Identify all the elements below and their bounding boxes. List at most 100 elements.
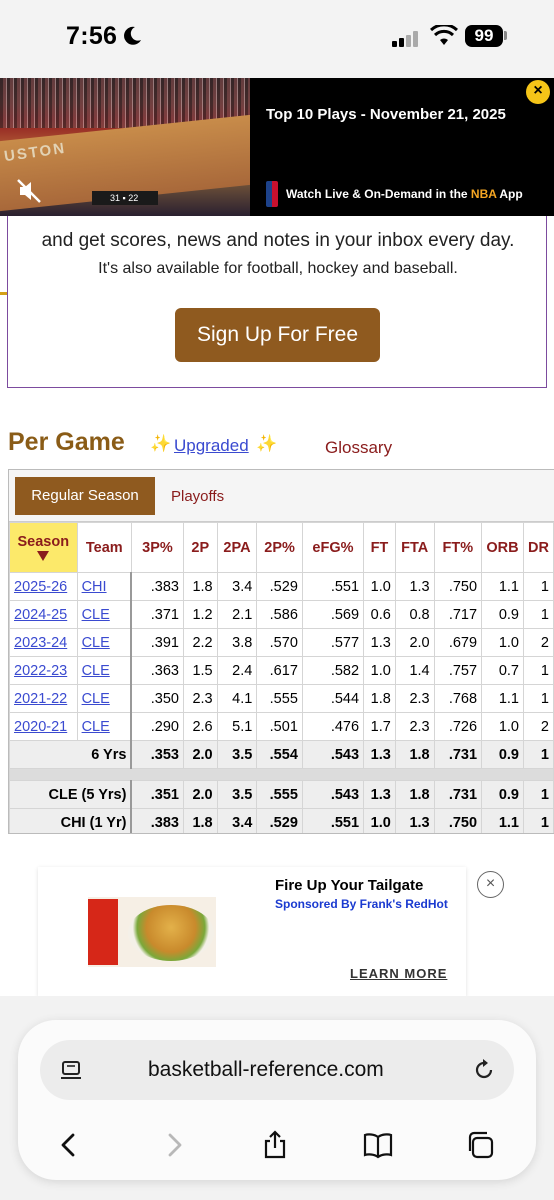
table-cell: 1.1 [481,684,524,713]
close-video-button[interactable]: × [526,80,550,104]
table-cell: .569 [301,600,365,629]
table-cell: 1 [522,600,554,629]
team-link[interactable]: CLE [76,656,132,685]
video-title[interactable]: Top 10 Plays - November 21, 2025 [266,106,506,123]
video-ad[interactable]: USTON 31 ▪ 22 Top 10 Plays - November 21… [0,78,554,295]
column-header-season[interactable]: Season [9,522,78,573]
table-cell: .757 [433,656,483,685]
close-ad-button[interactable]: × [477,871,504,898]
bookmarks-icon[interactable] [363,1130,393,1160]
page-menu-icon[interactable] [60,1060,82,1082]
table-spacer [9,768,554,781]
per-game-table: Season Team 3P% 2P 2PA 2P% eFG% FT FTA F… [9,522,554,833]
url-text[interactable]: basketball-reference.com [148,1058,384,1082]
table-cell: .750 [433,572,483,601]
table-cell: .383 [130,808,184,833]
table-row: 2025-26 CHI .383 1.8 3.4.529.551 1.0 1.3.750 1.… [9,572,554,601]
forward-icon[interactable] [159,1130,189,1160]
season-link[interactable]: 2021-22 [9,684,78,713]
table-cell: 2 [522,712,554,741]
column-header[interactable]: FT [363,522,396,573]
sign-up-button[interactable]: Sign Up For Free [175,308,380,362]
column-header[interactable]: 3P% [130,522,184,573]
table-cell: .383 [130,572,184,601]
team-link[interactable]: CLE [76,684,132,713]
season-link[interactable]: 2024-25 [9,600,78,629]
table-cell: 3.4 [216,808,258,833]
tab-regular-season[interactable]: Regular Season [15,477,155,515]
table-cell: 0.9 [481,740,524,769]
table-cell: .350 [130,684,184,713]
tabs-icon[interactable] [466,1130,496,1160]
table-cell: 1.3 [363,780,396,809]
table-cell: 1.8 [182,572,218,601]
table-cell: .726 [433,712,483,741]
table-cell: .570 [256,628,303,657]
team-link[interactable]: CLE [76,600,132,629]
season-link[interactable]: 2025-26 [9,572,78,601]
table-cell: 1.3 [363,740,396,769]
table-cell: 1.3 [394,572,435,601]
table-cell: .586 [256,600,303,629]
totals-label: 6 Yrs [9,740,132,769]
table-cell: .554 [256,740,303,769]
column-header[interactable]: FTA [394,522,435,573]
table-cell: .543 [301,780,365,809]
sparkle-icon: ✨ [256,434,278,453]
page: 7:56 99 USTON 31 ▪ 22 Top 10 Plays - Nov… [0,0,554,1200]
table-cell: 1.0 [481,628,524,657]
table-cell: 1.5 [182,656,218,685]
column-header[interactable]: 2P [182,522,218,573]
table-cell: 0.9 [481,780,524,809]
table-row: 2023-24 CLE .391 2.2 3.8.570.577 1.3 2.0.679 1.… [9,628,554,657]
sponsored-ad[interactable]: Fire Up Your Tailgate Sponsored By Frank… [38,867,466,997]
table-cell: 1 [522,684,554,713]
table-cell: 0.9 [481,600,524,629]
address-bar[interactable]: basketball-reference.com [40,1040,514,1100]
status-time: 7:56 [66,22,118,50]
table-cell: 1.3 [394,808,435,833]
table-cell: .555 [256,780,303,809]
learn-more-button[interactable]: LEARN MORE [350,966,447,981]
glossary-link[interactable]: Glossary [325,438,392,458]
ad-image[interactable] [88,897,216,967]
season-link[interactable]: 2022-23 [9,656,78,685]
upgraded-link[interactable]: Upgraded [174,436,249,456]
table-cell: 2.6 [182,712,218,741]
table-cell: .371 [130,600,184,629]
table-cell: .476 [301,712,365,741]
season-link[interactable]: 2023-24 [9,628,78,657]
table-cell: .731 [433,740,483,769]
team-link[interactable]: CLE [76,628,132,657]
column-header[interactable]: 2PA [216,522,258,573]
column-header[interactable]: DR [522,522,554,573]
ad-title[interactable]: Fire Up Your Tailgate [275,877,423,894]
team-link[interactable]: CHI [76,572,132,601]
video-cta[interactable]: Watch Live & On-Demand in the NBA App [286,187,523,201]
table-cell: .768 [433,684,483,713]
share-icon[interactable] [260,1130,290,1160]
mute-icon[interactable] [16,178,42,204]
column-header[interactable]: FT% [433,522,483,573]
table-cell: .555 [256,684,303,713]
column-header[interactable]: eFG% [301,522,365,573]
totals-row: 6 Yrs .353 2.0 3.5.554.543 1.3 1.8.731 0.9 1 [9,740,554,769]
tab-playoffs[interactable]: Playoffs [171,488,224,505]
season-link[interactable]: 2020-21 [9,712,78,741]
column-header[interactable]: Team [76,522,132,573]
column-header[interactable]: 2P% [256,522,303,573]
table-cell: 1.0 [363,572,396,601]
section-title: Per Game [8,428,125,456]
column-header[interactable]: ORB [481,522,524,573]
table-cell: .290 [130,712,184,741]
table-cell: 1.8 [394,780,435,809]
team-link[interactable]: CLE [76,712,132,741]
table-cell: 2 [522,628,554,657]
back-icon[interactable] [54,1130,84,1160]
battery-indicator: 99 [465,25,503,47]
reload-icon[interactable] [472,1058,496,1082]
table-cell: .529 [256,572,303,601]
table-cell: 0.8 [394,600,435,629]
table-cell: 0.6 [363,600,396,629]
wifi-icon [430,25,458,45]
